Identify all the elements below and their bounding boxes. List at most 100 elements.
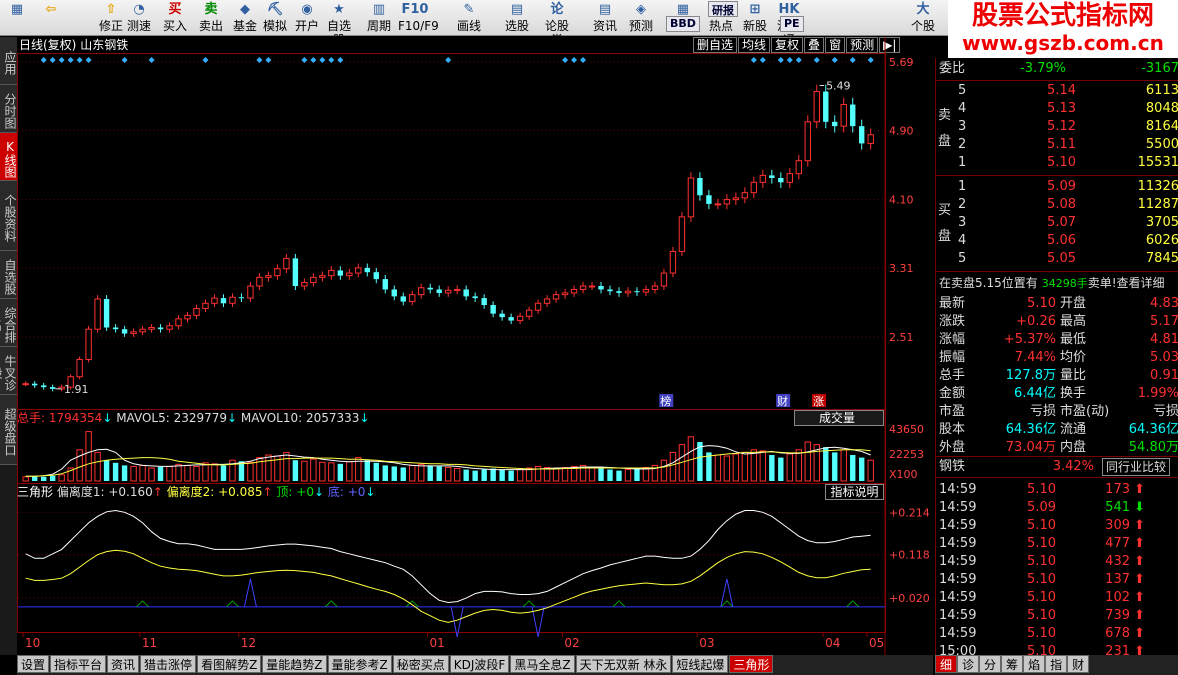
indicator-tab[interactable]: 指标平台: [50, 655, 107, 673]
top-triangle: [522, 600, 536, 608]
left-tab-7[interactable]: 超级盘口: [0, 395, 17, 465]
indicator-tab[interactable]: 秘密买点: [392, 655, 449, 673]
buy-volume: 7845: [1145, 251, 1178, 266]
left-tab-4[interactable]: 自选股: [0, 251, 17, 299]
toolbar-small-button[interactable]: BBD: [666, 16, 700, 32]
toolbar-button-9[interactable]: ★ 自选股: [322, 1, 356, 47]
quote-tab[interactable]: 分: [979, 655, 1002, 673]
toolbar-button-7[interactable]: ⛏ 模拟: [258, 1, 292, 35]
tick-time: 14:59: [939, 500, 977, 515]
toolbar-button-21[interactable]: 大个股: [906, 1, 940, 35]
volume-dropdown[interactable]: 成交量: [794, 410, 884, 426]
signal-diamond-icon: [76, 57, 83, 63]
stat-label: 涨幅: [939, 332, 966, 347]
toolbar-button-13[interactable]: ▤ 选股: [500, 1, 534, 35]
candle: [651, 285, 659, 290]
volume-bar: [669, 451, 677, 482]
toolbar-button-3[interactable]: ◔ 测速: [122, 1, 156, 35]
indicator-tab[interactable]: 量能参考Z: [327, 655, 392, 673]
candle: [103, 298, 110, 328]
candle: [202, 302, 209, 309]
left-tab-2[interactable]: K线图: [0, 133, 17, 181]
stat-value: 64.36亿: [1005, 422, 1056, 437]
quote-panel-tabs: 细诊分筹焰指财: [935, 655, 1178, 675]
signal-diamond-icon: [58, 57, 65, 63]
event-marker[interactable]: 财: [777, 394, 788, 408]
toolbar-button-11[interactable]: F10 F10/F9: [398, 1, 439, 35]
indicator-tab[interactable]: 猎击涨停: [140, 655, 197, 673]
quote-tab[interactable]: 筹: [1001, 655, 1024, 673]
tick-price: 5.10: [1027, 572, 1056, 587]
toolbar-button-1[interactable]: ⇦: [36, 1, 66, 35]
toolbar-small-button[interactable]: PE: [780, 16, 804, 32]
quote-tab[interactable]: 指: [1045, 655, 1068, 673]
candle: [328, 269, 335, 277]
buy-level: 2: [958, 197, 967, 212]
alert-type: 卖单!: [1087, 276, 1117, 290]
account-icon: ◉: [301, 2, 313, 17]
quote-tab[interactable]: 细: [935, 655, 958, 673]
tick-volume: 739: [1105, 608, 1130, 623]
divider: [936, 271, 1178, 272]
indicator-tab[interactable]: 三角形: [729, 655, 774, 673]
watermark-title: 股票公式指标网: [971, 1, 1154, 31]
indicator-tab[interactable]: 看图解势Z: [197, 655, 262, 673]
volume-bar: [328, 462, 335, 482]
toolbar-button-5[interactable]: 卖卖出: [194, 1, 228, 35]
signal-diamond-icon: [795, 57, 802, 63]
indicator-tab[interactable]: 黑马全息Z: [510, 655, 575, 673]
volume-bar: [741, 451, 749, 482]
quote-tab[interactable]: 财: [1067, 655, 1090, 673]
toolbar-button-15[interactable]: ▤ 资讯: [588, 1, 622, 35]
left-tab-5[interactable]: 综合排名: [0, 299, 17, 347]
toolbar-button-8[interactable]: ◉ 开户: [290, 1, 324, 35]
quote-tab[interactable]: 焰: [1023, 655, 1046, 673]
toolbar-button-label: 买入: [162, 19, 187, 33]
volume-tick-label: 43650: [889, 423, 924, 436]
candle: [463, 289, 469, 297]
volume-bar: [139, 464, 146, 482]
select-icon: ▤: [510, 2, 524, 17]
quote-tab[interactable]: 诊: [957, 655, 980, 673]
left-tab-0[interactable]: 应用: [0, 37, 17, 85]
weibi-diff: -3167: [1141, 61, 1178, 76]
toolbar-button-16[interactable]: ◈ 预测: [624, 1, 658, 35]
toolbar-button-12[interactable]: ✎ 画线: [452, 1, 486, 35]
toolbar-button-19[interactable]: ⊞ 新股: [738, 1, 772, 35]
candle: [706, 195, 712, 204]
indicator-tab[interactable]: 短线起爆: [672, 655, 729, 673]
toolbar-button-label: 自选股: [326, 19, 351, 47]
stat-label: 振幅: [939, 350, 966, 365]
indicator-tab[interactable]: 天下无双新 林永: [575, 655, 672, 673]
left-tab-6[interactable]: 牛叉诊股: [0, 347, 17, 395]
stat-label: 均价: [1060, 350, 1087, 365]
toolbar-button-14[interactable]: 论论股堂: [540, 1, 574, 47]
indicator-help-button[interactable]: 指标说明: [825, 484, 884, 500]
toolbar-button-0[interactable]: ▦: [2, 1, 32, 35]
indicator-tab[interactable]: KDJ波段F: [449, 655, 510, 673]
volume-bar: [552, 468, 560, 482]
buy-price: 5.06: [1047, 233, 1076, 248]
left-tab-1[interactable]: 分时图: [0, 85, 17, 133]
toolbar-small-button[interactable]: 研报: [708, 1, 738, 17]
toolbar-button-4[interactable]: 买买入: [158, 1, 192, 35]
toolbar-button-10[interactable]: ▥ 周期: [362, 1, 396, 35]
dev1-line: [25, 509, 871, 604]
toolbar-button-6[interactable]: ◆ 基金: [228, 1, 262, 35]
divider: [936, 175, 1178, 176]
indicator-tab[interactable]: 量能趋势Z: [262, 655, 327, 673]
candle: [94, 298, 101, 330]
alert-detail-link[interactable]: 查看详细: [1117, 276, 1165, 290]
indicator-tab[interactable]: 资讯: [107, 655, 140, 673]
bottom-label: 底: +0: [327, 485, 366, 499]
left-tab-3[interactable]: 个股资料: [0, 181, 17, 251]
indicator-tab[interactable]: 设置: [17, 655, 50, 673]
buy-level: 1: [958, 179, 967, 194]
volume-bar: [732, 453, 740, 482]
event-marker[interactable]: 涨: [813, 395, 824, 408]
industry-compare-button[interactable]: 同行业比较: [1102, 458, 1171, 476]
tick-price: 5.09: [1027, 500, 1056, 515]
event-marker[interactable]: 榜: [660, 394, 671, 408]
volume-bar: [588, 466, 596, 482]
order-alert[interactable]: 在卖盘5.15位置有 34298手卖单!查看详细: [939, 274, 1165, 292]
